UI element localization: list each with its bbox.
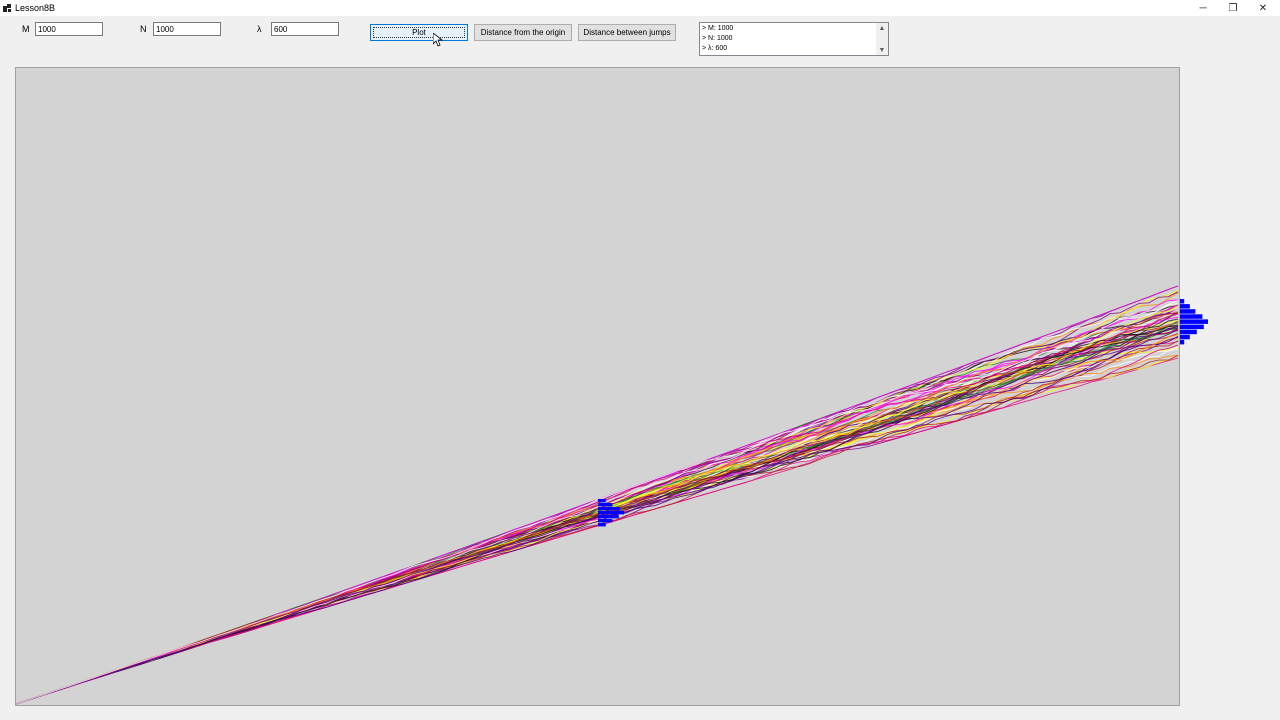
close-button[interactable]: ✕ [1248, 0, 1278, 16]
chevron-up-icon[interactable]: ▲ [876, 23, 888, 33]
histogram-bar [1180, 309, 1196, 314]
app-icon [3, 4, 11, 12]
minimize-button[interactable]: ─ [1188, 0, 1218, 16]
window-title: Lesson8B [15, 3, 56, 13]
histogram-bar [1180, 299, 1185, 304]
chevron-down-icon[interactable]: ▼ [876, 45, 888, 55]
m-input[interactable] [35, 22, 103, 36]
n-label: N [140, 24, 147, 34]
histogram-bar [1180, 324, 1204, 330]
m-label: M [22, 24, 30, 34]
close-icon: ✕ [1258, 2, 1268, 14]
log-line: > M: 1000 [702, 25, 734, 32]
log-line: > λ: 600 [702, 45, 728, 52]
lambda-input[interactable] [271, 22, 339, 36]
restore-button[interactable]: ❐ [1218, 0, 1248, 16]
lambda-label: λ [257, 24, 262, 34]
title-bar: Lesson8B ─ ❐ ✕ [0, 0, 1280, 16]
histogram-bar [1180, 304, 1190, 309]
mouse-pointer-icon [433, 33, 443, 47]
minimize-icon: ─ [1199, 2, 1207, 14]
plot-canvas [15, 67, 1180, 706]
log-scrollbar[interactable]: ▲ ▼ [876, 23, 888, 55]
log-line: > N: 1000 [702, 35, 733, 42]
histogram-bar [1180, 319, 1208, 324]
histogram-bar [1180, 329, 1197, 335]
distance-from-origin-button[interactable]: Distance from the origin [474, 24, 572, 41]
plot-button[interactable]: Plot [370, 24, 468, 41]
histogram-bar [1180, 334, 1190, 340]
log-lines: > M: 1000 > N: 1000 > λ: 600 [702, 24, 733, 54]
histogram-bar [1180, 314, 1203, 319]
distance-between-jumps-button[interactable]: Distance between jumps [578, 24, 676, 41]
n-input[interactable] [153, 22, 221, 36]
restore-icon: ❐ [1228, 2, 1238, 14]
histogram-bar [1180, 339, 1185, 345]
log-textbox[interactable]: > M: 1000 > N: 1000 > λ: 600 ▲ ▼ [699, 22, 889, 56]
